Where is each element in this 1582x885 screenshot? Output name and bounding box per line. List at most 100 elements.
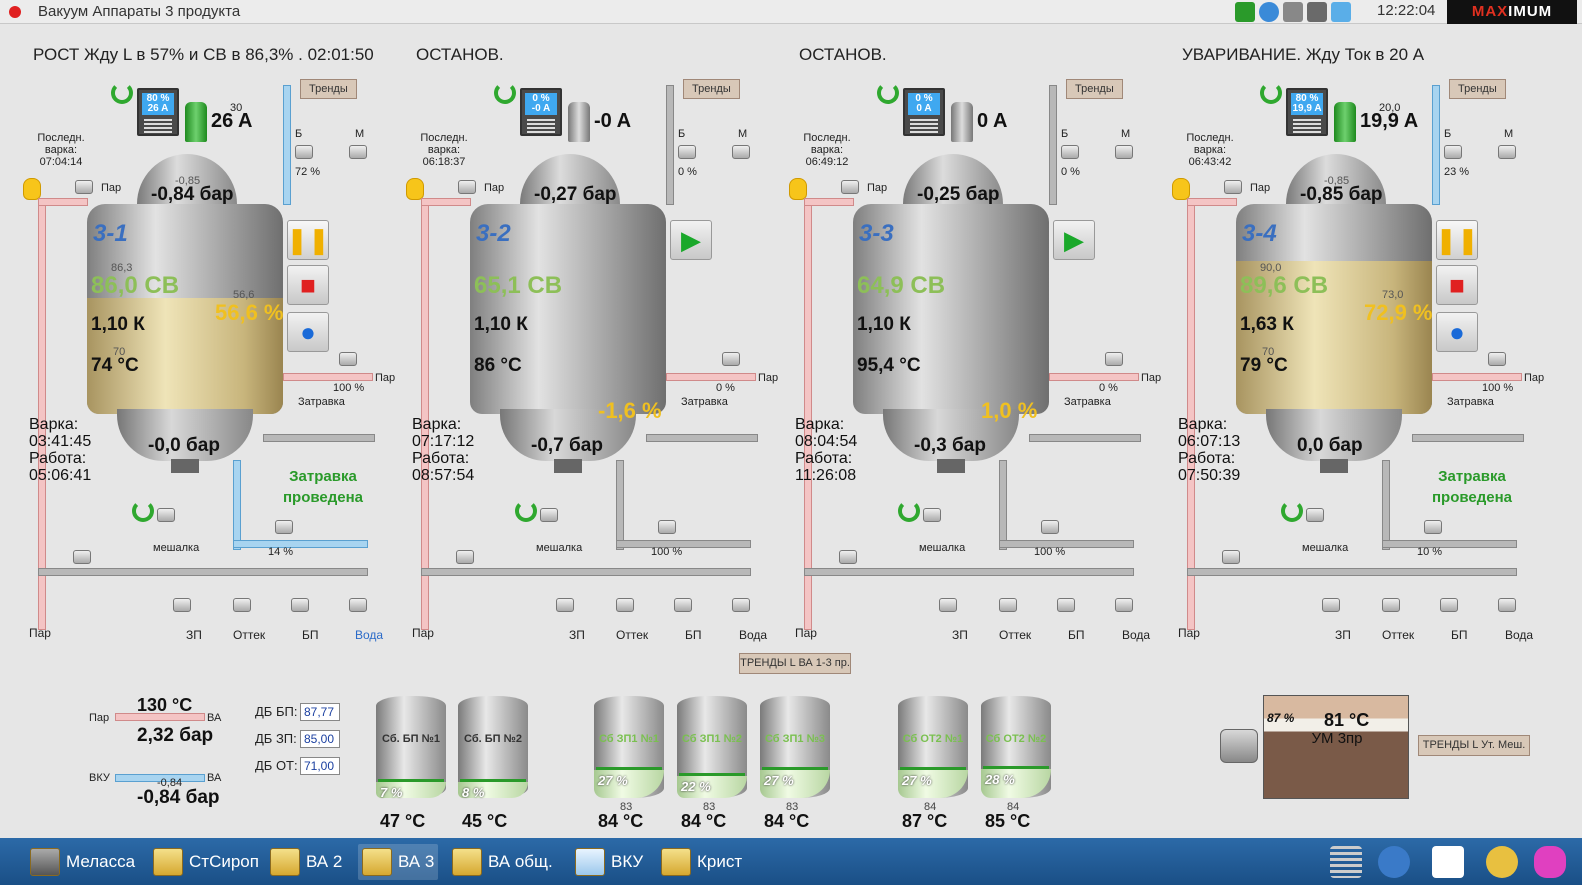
bp-valve[interactable]: [1057, 598, 1075, 612]
water-button[interactable]: ●: [287, 312, 329, 352]
vacuum-valve-m[interactable]: [349, 145, 367, 159]
water-valve[interactable]: [349, 598, 367, 612]
settings-icon[interactable]: [1378, 846, 1410, 878]
outlet-valve[interactable]: [275, 520, 293, 534]
pause-button[interactable]: ❚❚: [286, 220, 330, 260]
ottek-valve[interactable]: [1382, 598, 1400, 612]
water-valve[interactable]: [1498, 598, 1516, 612]
current-monitor[interactable]: 0 % -0 A: [520, 88, 562, 136]
task-va2[interactable]: ВА 2: [270, 844, 342, 880]
motor-icon[interactable]: [568, 102, 590, 142]
stop-button[interactable]: ■: [1436, 265, 1478, 305]
recycle-icon[interactable]: [1260, 82, 1282, 104]
distribution-valve[interactable]: [839, 550, 857, 564]
start-button[interactable]: ▶: [1053, 220, 1095, 260]
db-bp-value[interactable]: 87,77: [300, 703, 340, 721]
distribution-valve[interactable]: [1222, 550, 1240, 564]
trends-mixer-button[interactable]: ТРЕНДЫ L Ут. Меш.: [1418, 735, 1530, 756]
collector-tank[interactable]: Сб ЗП1 №3 27 %: [760, 696, 830, 798]
task-va-obsh[interactable]: ВА общ.: [452, 844, 553, 880]
collector-tank[interactable]: Сб. БП №2 8 %: [458, 696, 528, 800]
hand-icon[interactable]: [1534, 846, 1566, 878]
pump-icon[interactable]: [1220, 729, 1258, 763]
stop-button[interactable]: ■: [287, 265, 329, 305]
recycle-icon[interactable]: [111, 82, 133, 104]
mixer-recycle-icon[interactable]: [515, 500, 537, 522]
collector-tank[interactable]: Сб ЗП1 №2 22 %: [677, 696, 747, 798]
collector-tank[interactable]: Сб ОТ2 №1 27 %: [898, 696, 968, 798]
vacuum-valve-m[interactable]: [1115, 145, 1133, 159]
steam-in-valve[interactable]: [722, 352, 740, 366]
outlet-valve[interactable]: [1424, 520, 1442, 534]
bp-valve[interactable]: [674, 598, 692, 612]
zp-valve[interactable]: [939, 598, 957, 612]
db-ot-value[interactable]: 71,00: [300, 757, 340, 775]
vacuum-valve-m[interactable]: [732, 145, 750, 159]
vacuum-valve-b[interactable]: [295, 145, 313, 159]
mixer-valve[interactable]: [1306, 508, 1324, 522]
hand-icon[interactable]: [23, 178, 41, 200]
task-melassa[interactable]: Мелассa: [30, 844, 135, 880]
menu-icon[interactable]: [1330, 846, 1362, 878]
vacuum-valve-b[interactable]: [1061, 145, 1079, 159]
network-icon[interactable]: [1283, 2, 1303, 22]
mixer-recycle-icon[interactable]: [132, 500, 154, 522]
motor-icon[interactable]: [185, 102, 207, 142]
recycle-icon[interactable]: [877, 82, 899, 104]
user-icon[interactable]: [1307, 2, 1327, 22]
collector-tank[interactable]: Сб ЗП1 №1 27 %: [594, 696, 664, 798]
motor-icon[interactable]: [1334, 102, 1356, 142]
close-icon[interactable]: [9, 6, 21, 18]
water-button[interactable]: ●: [1436, 312, 1478, 352]
ottek-valve[interactable]: [233, 598, 251, 612]
task-va3[interactable]: ВА 3: [358, 844, 439, 880]
vacuum-valve-b[interactable]: [1444, 145, 1462, 159]
trends-button[interactable]: Тренды: [683, 79, 740, 99]
chat-icon[interactable]: [1259, 2, 1279, 22]
mixer-recycle-icon[interactable]: [1281, 500, 1303, 522]
mixer-valve[interactable]: [540, 508, 558, 522]
collector-tank[interactable]: Сб. БП №1 7 %: [376, 696, 446, 800]
bp-valve[interactable]: [291, 598, 309, 612]
collector-tank[interactable]: Сб ОТ2 №2 28 %: [981, 696, 1051, 798]
pause-button[interactable]: ❚❚: [1435, 220, 1479, 260]
water-valve[interactable]: [1115, 598, 1133, 612]
mixer-valve[interactable]: [923, 508, 941, 522]
steam-in-valve[interactable]: [1105, 352, 1123, 366]
vacuum-valve-b[interactable]: [678, 145, 696, 159]
ottek-valve[interactable]: [616, 598, 634, 612]
recycle-icon[interactable]: [494, 82, 516, 104]
zp-valve[interactable]: [556, 598, 574, 612]
current-monitor[interactable]: 80 % 26 A: [137, 88, 179, 136]
zp-valve[interactable]: [173, 598, 191, 612]
task-vku[interactable]: ВКУ: [575, 844, 643, 880]
current-monitor[interactable]: 80 % 19,9 A: [1286, 88, 1328, 136]
current-monitor[interactable]: 0 % 0 A: [903, 88, 945, 136]
ottek-valve[interactable]: [999, 598, 1017, 612]
um-tank[interactable]: 87 % 81 °C УМ 3пр: [1263, 695, 1409, 799]
task-krist[interactable]: Крист: [661, 844, 742, 880]
steam-in-valve[interactable]: [1488, 352, 1506, 366]
hand-icon[interactable]: [789, 178, 807, 200]
trends-button[interactable]: Тренды: [1449, 79, 1506, 99]
trends-button[interactable]: Тренды: [1066, 79, 1123, 99]
distribution-valve[interactable]: [73, 550, 91, 564]
distribution-valve[interactable]: [456, 550, 474, 564]
chart-icon[interactable]: [1432, 846, 1464, 878]
db-zp-value[interactable]: 85,00: [300, 730, 340, 748]
outlet-valve[interactable]: [658, 520, 676, 534]
motor-icon[interactable]: [951, 102, 973, 142]
water-valve[interactable]: [732, 598, 750, 612]
mixer-recycle-icon[interactable]: [898, 500, 920, 522]
hand-icon[interactable]: [406, 178, 424, 200]
worker-icon[interactable]: [1486, 846, 1518, 878]
task-stsirop[interactable]: СтСироп: [153, 844, 259, 880]
steam-in-valve[interactable]: [339, 352, 357, 366]
hand-icon[interactable]: [1172, 178, 1190, 200]
bp-valve[interactable]: [1440, 598, 1458, 612]
outlet-valve[interactable]: [1041, 520, 1059, 534]
mixer-valve[interactable]: [157, 508, 175, 522]
zp-valve[interactable]: [1322, 598, 1340, 612]
vacuum-valve-m[interactable]: [1498, 145, 1516, 159]
trends-va-button[interactable]: ТРЕНДЫ L ВА 1-3 пр.: [739, 653, 851, 674]
